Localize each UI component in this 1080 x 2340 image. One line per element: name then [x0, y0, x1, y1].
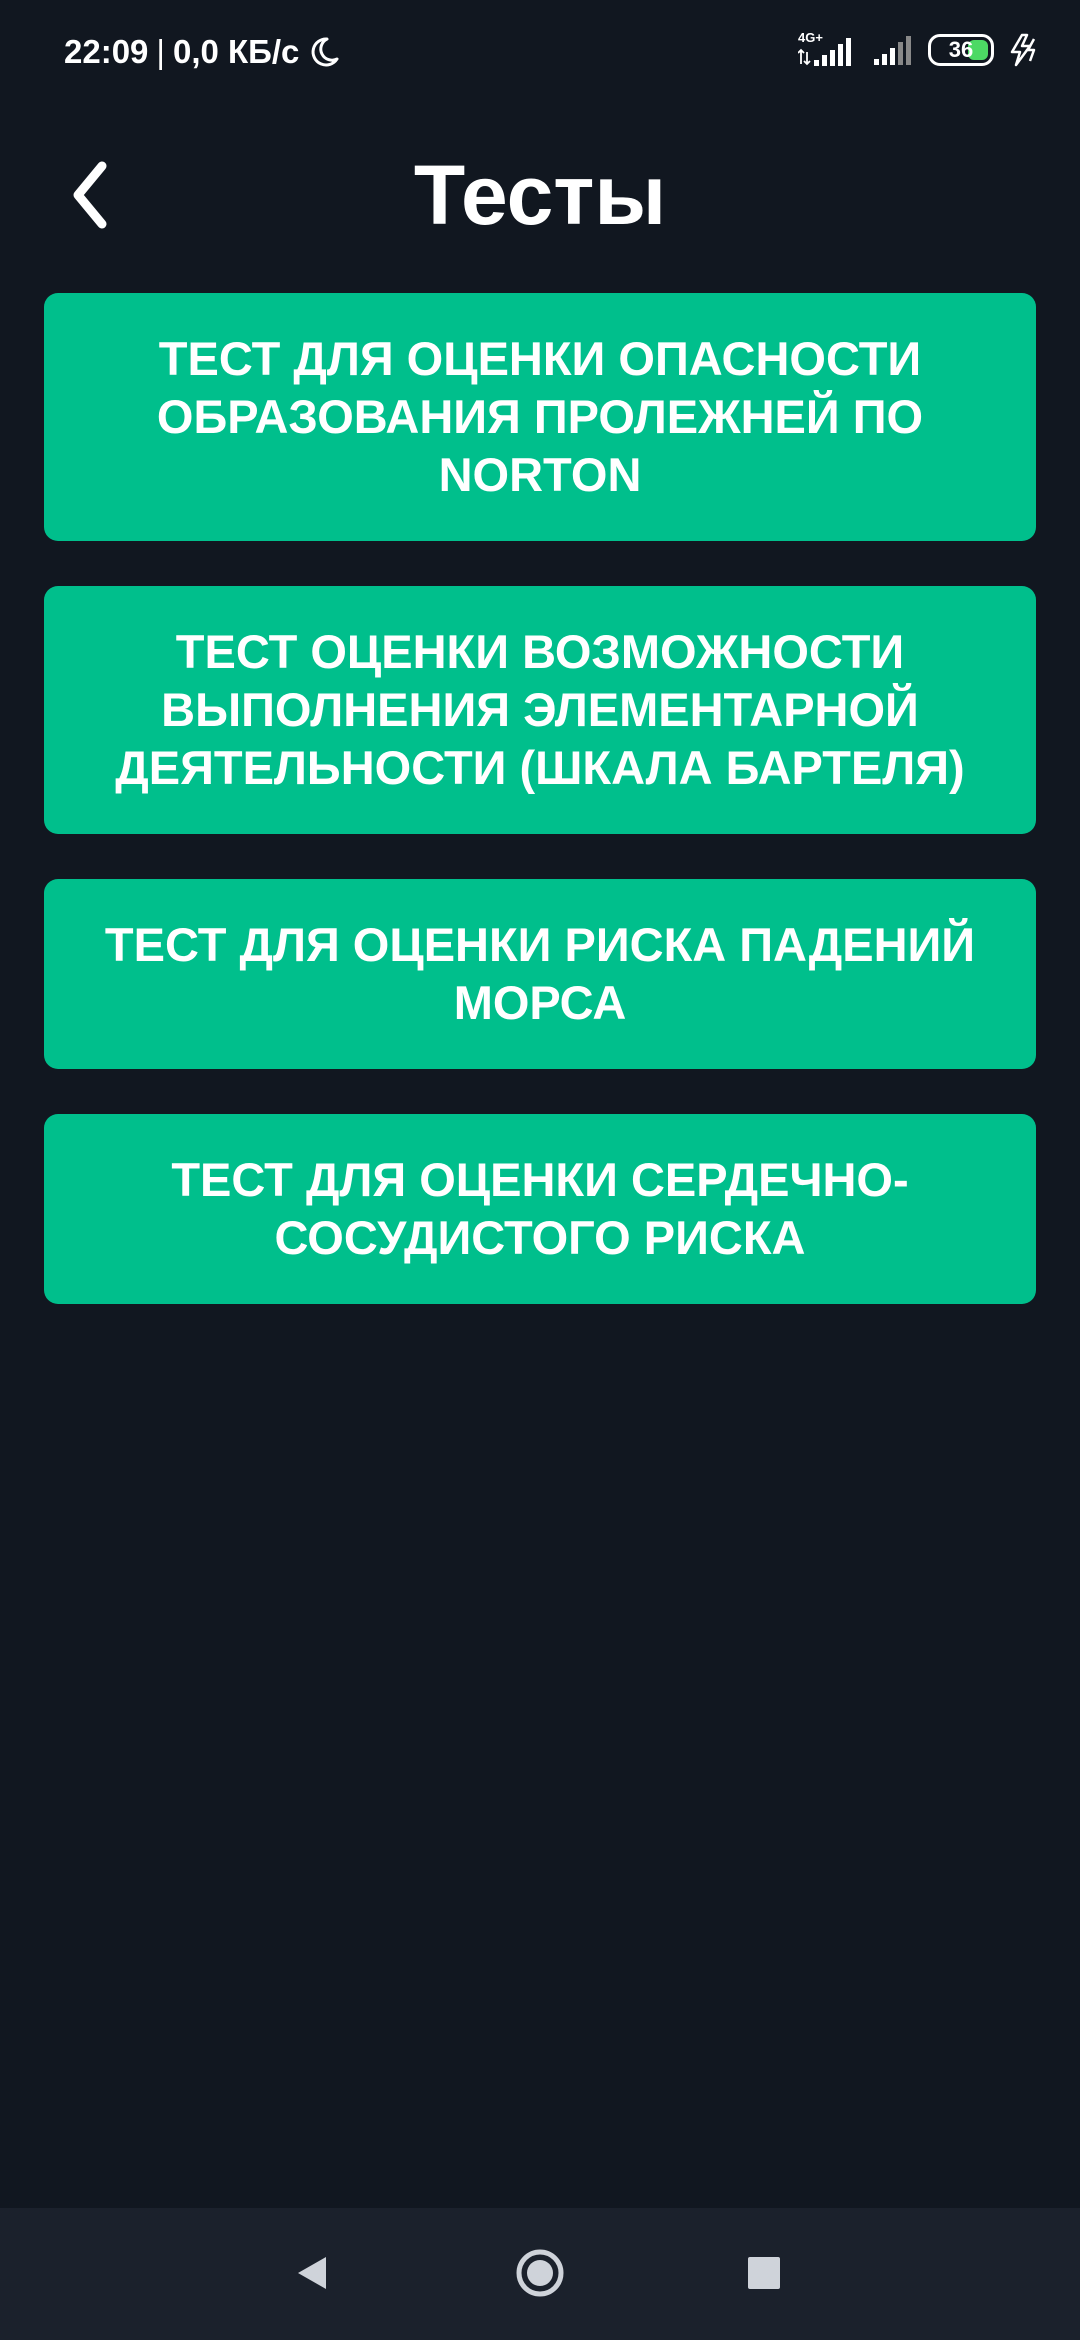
status-time: 22:09: [64, 33, 149, 70]
moon-icon: [307, 35, 341, 69]
test-norton-button[interactable]: ТЕСТ ДЛЯ ОЦЕНКИ ОПАСНОСТИ ОБРАЗОВАНИЯ ПР…: [44, 293, 1036, 541]
charging-bolt-icon: [1008, 33, 1042, 67]
status-right: 4G+ 36: [797, 28, 1042, 72]
page-title: Тесты: [413, 148, 667, 242]
battery-icon: 36: [928, 34, 994, 66]
battery-level: 36: [948, 37, 974, 62]
nav-home-button[interactable]: [500, 2238, 580, 2308]
signal-icon: [874, 33, 914, 67]
network-type-label: 4G+: [798, 30, 823, 45]
nav-recents-button[interactable]: [724, 2238, 804, 2308]
test-morse-button[interactable]: ТЕСТ ДЛЯ ОЦЕНКИ РИСКА ПАДЕНИЙ МОРСА: [44, 879, 1036, 1069]
status-speed: 0,0 КБ/с: [172, 33, 300, 70]
tests-list: ТЕСТ ДЛЯ ОЦЕНКИ ОПАСНОСТИ ОБРАЗОВАНИЯ ПР…: [44, 293, 1036, 1349]
status-bar: 22:09 | 0,0 КБ/с 4G+ 36: [0, 0, 1080, 100]
circle-home-icon: [516, 2249, 564, 2297]
test-cardio-button[interactable]: ТЕСТ ДЛЯ ОЦЕНКИ СЕРДЕЧНО-СОСУДИСТОГО РИС…: [44, 1114, 1036, 1304]
status-separator: |: [156, 33, 165, 70]
signal-4g-icon: 4G+: [797, 30, 860, 70]
test-barthel-button[interactable]: ТЕСТ ОЦЕНКИ ВОЗМОЖНОСТИ ВЫПОЛНЕНИЯ ЭЛЕМЕ…: [44, 586, 1036, 834]
triangle-back-icon: [298, 2257, 326, 2289]
square-recents-icon: [748, 2257, 780, 2289]
screen: 22:09 | 0,0 КБ/с 4G+ 36 Тесты ТЕСТ ДЛЯ О…: [0, 0, 1080, 2340]
header: Тесты: [0, 130, 1080, 260]
navigation-bar: [0, 2208, 1080, 2340]
nav-back-button[interactable]: [272, 2238, 352, 2308]
status-left: 22:09 | 0,0 КБ/с: [64, 30, 341, 74]
